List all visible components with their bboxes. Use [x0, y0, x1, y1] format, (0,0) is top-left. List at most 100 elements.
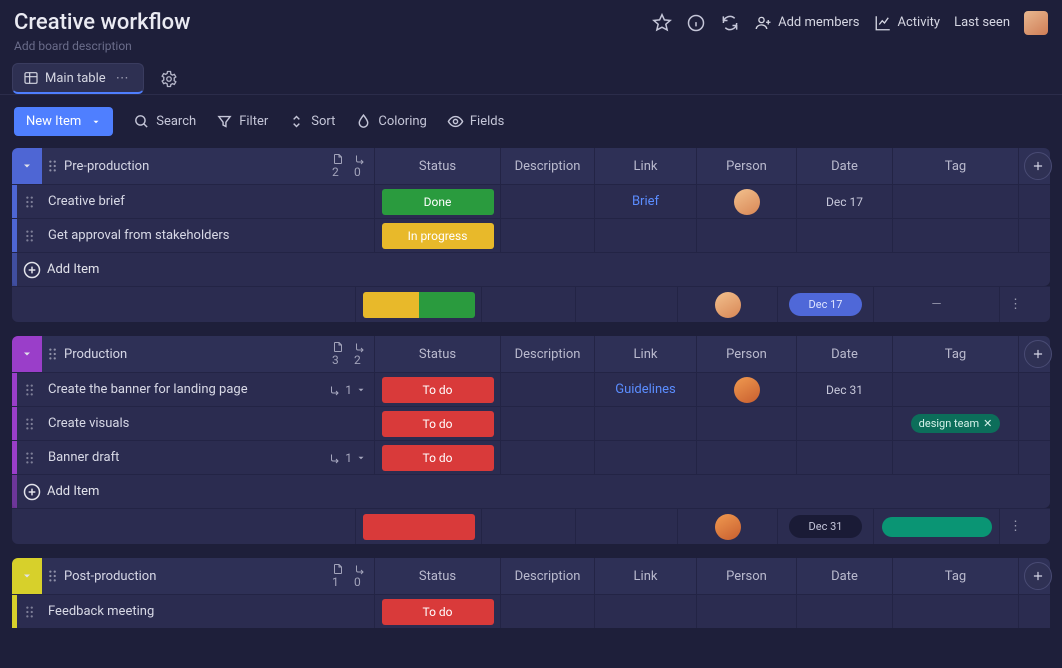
- item-name[interactable]: Create the banner for landing page 1: [42, 382, 374, 397]
- tab-main-table[interactable]: Main table ⋯: [12, 63, 144, 94]
- add-members-button[interactable]: Add members: [754, 14, 859, 32]
- date-cell[interactable]: Dec 17: [796, 185, 892, 218]
- person-cell[interactable]: [696, 185, 796, 218]
- info-icon[interactable]: [686, 13, 706, 33]
- status-cell[interactable]: To do: [374, 407, 500, 440]
- item-name[interactable]: Create visuals: [42, 416, 374, 431]
- link-text[interactable]: Guidelines: [615, 382, 676, 397]
- search-button[interactable]: Search: [133, 113, 196, 130]
- link-cell[interactable]: [594, 219, 696, 252]
- date-cell[interactable]: [796, 219, 892, 252]
- col-tag[interactable]: Tag: [892, 558, 1018, 594]
- person-cell[interactable]: [696, 373, 796, 406]
- col-person[interactable]: Person: [696, 558, 796, 594]
- refresh-icon[interactable]: [720, 13, 740, 33]
- group-collapse-toggle[interactable]: [12, 558, 42, 594]
- description-cell[interactable]: [500, 441, 594, 474]
- status-cell[interactable]: To do: [374, 373, 500, 406]
- add-item-row[interactable]: Add Item: [12, 474, 1050, 508]
- link-cell[interactable]: [594, 595, 696, 628]
- drag-handle-icon[interactable]: [17, 229, 42, 243]
- filter-button[interactable]: Filter: [216, 113, 268, 130]
- drag-handle-icon[interactable]: [17, 605, 42, 619]
- date-cell[interactable]: [796, 441, 892, 474]
- group-name[interactable]: Post-production: [64, 569, 156, 584]
- drag-handle-icon[interactable]: [17, 195, 42, 209]
- col-link[interactable]: Link: [594, 336, 696, 372]
- description-cell[interactable]: [500, 373, 594, 406]
- col-date[interactable]: Date: [796, 336, 892, 372]
- tab-more-icon[interactable]: ⋯: [112, 71, 133, 86]
- col-person[interactable]: Person: [696, 148, 796, 184]
- drag-handle-icon[interactable]: [42, 159, 64, 173]
- status-cell[interactable]: Done: [374, 185, 500, 218]
- description-cell[interactable]: [500, 595, 594, 628]
- col-description[interactable]: Description: [500, 336, 594, 372]
- star-icon[interactable]: [652, 13, 672, 33]
- item-name[interactable]: Creative brief: [42, 194, 374, 209]
- tag-cell[interactable]: design team ✕: [892, 407, 1018, 440]
- avatar[interactable]: [1024, 11, 1048, 35]
- col-link[interactable]: Link: [594, 558, 696, 594]
- link-text[interactable]: Brief: [632, 194, 659, 209]
- drag-handle-icon[interactable]: [17, 383, 42, 397]
- col-status[interactable]: Status: [374, 148, 500, 184]
- activity-button[interactable]: Activity: [874, 14, 941, 32]
- drag-handle-icon[interactable]: [42, 347, 64, 361]
- fields-button[interactable]: Fields: [447, 113, 504, 130]
- table-row[interactable]: Banner draft 1 To do: [12, 440, 1050, 474]
- col-description[interactable]: Description: [500, 148, 594, 184]
- drag-handle-icon[interactable]: [42, 569, 64, 583]
- summary-more[interactable]: ⋮: [999, 509, 1031, 544]
- drag-handle-icon[interactable]: [17, 451, 42, 465]
- remove-tag-icon[interactable]: ✕: [983, 417, 992, 430]
- tag-cell[interactable]: [892, 595, 1018, 628]
- tag-cell[interactable]: [892, 373, 1018, 406]
- col-status[interactable]: Status: [374, 558, 500, 594]
- tag-cell[interactable]: [892, 185, 1018, 218]
- col-tag[interactable]: Tag: [892, 148, 1018, 184]
- col-status[interactable]: Status: [374, 336, 500, 372]
- new-item-button[interactable]: New Item: [14, 107, 113, 136]
- summary-more[interactable]: ⋮: [999, 287, 1031, 322]
- description-cell[interactable]: [500, 219, 594, 252]
- group-name[interactable]: Production: [64, 347, 127, 362]
- date-cell[interactable]: Dec 31: [796, 373, 892, 406]
- avatar[interactable]: [734, 189, 760, 215]
- link-cell[interactable]: [594, 407, 696, 440]
- group-collapse-toggle[interactable]: [12, 336, 42, 372]
- description-cell[interactable]: [500, 185, 594, 218]
- col-description[interactable]: Description: [500, 558, 594, 594]
- col-person[interactable]: Person: [696, 336, 796, 372]
- col-tag[interactable]: Tag: [892, 336, 1018, 372]
- date-cell[interactable]: [796, 595, 892, 628]
- coloring-button[interactable]: Coloring: [355, 113, 427, 130]
- add-item-row[interactable]: Add Item: [12, 252, 1050, 286]
- tag-chip[interactable]: design team ✕: [911, 414, 1001, 433]
- date-cell[interactable]: [796, 407, 892, 440]
- board-title[interactable]: Creative workflow: [14, 10, 190, 35]
- person-cell[interactable]: [696, 441, 796, 474]
- group-collapse-toggle[interactable]: [12, 148, 42, 184]
- status-cell[interactable]: To do: [374, 441, 500, 474]
- gear-icon[interactable]: [156, 66, 182, 92]
- tag-cell[interactable]: [892, 441, 1018, 474]
- table-row[interactable]: Create visuals To do design team ✕: [12, 406, 1050, 440]
- status-cell[interactable]: To do: [374, 595, 500, 628]
- add-column-button[interactable]: [1024, 562, 1052, 590]
- subitem-indicator[interactable]: 1: [329, 383, 366, 397]
- link-cell[interactable]: Brief: [594, 185, 696, 218]
- avatar[interactable]: [734, 377, 760, 403]
- drag-handle-icon[interactable]: [17, 417, 42, 431]
- add-column-button[interactable]: [1024, 152, 1052, 180]
- link-cell[interactable]: Guidelines: [594, 373, 696, 406]
- person-cell[interactable]: [696, 595, 796, 628]
- col-date[interactable]: Date: [796, 148, 892, 184]
- item-name[interactable]: Feedback meeting: [42, 604, 374, 619]
- tag-cell[interactable]: [892, 219, 1018, 252]
- sort-button[interactable]: Sort: [288, 113, 335, 130]
- table-row[interactable]: Get approval from stakeholders In progre…: [12, 218, 1050, 252]
- status-cell[interactable]: In progress: [374, 219, 500, 252]
- description-cell[interactable]: [500, 407, 594, 440]
- board-description[interactable]: Add board description: [0, 39, 1062, 63]
